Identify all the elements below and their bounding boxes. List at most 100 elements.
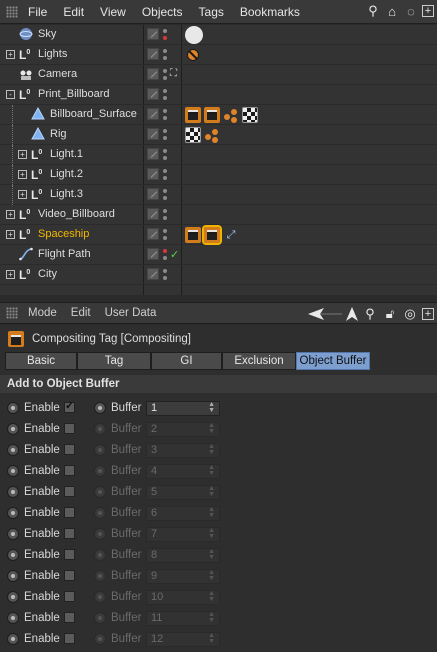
object-row[interactable]: + L0 Light.3 — [0, 185, 437, 205]
render-visibility-dot[interactable] — [163, 156, 167, 160]
buffer-animate-radio[interactable] — [94, 507, 106, 519]
compositing-tag-icon[interactable] — [185, 107, 201, 123]
enable-checkbox[interactable] — [64, 465, 75, 476]
enable-checkbox[interactable] — [64, 633, 75, 644]
tab-tag[interactable]: Tag — [77, 352, 151, 370]
buffer-id-field[interactable]: 9 ▲ ▼ — [146, 569, 220, 584]
render-visibility-dot[interactable] — [163, 76, 167, 80]
stepper-arrows-icon[interactable]: ▲ ▼ — [208, 485, 215, 498]
editor-visibility-dot[interactable] — [163, 129, 167, 133]
panel-grip-icon[interactable] — [6, 5, 18, 18]
layer-visibility-toggle[interactable] — [147, 188, 159, 200]
enable-checkbox[interactable] — [64, 570, 75, 581]
search-icon[interactable]: ⚲ — [362, 306, 378, 322]
object-row[interactable]: + L0 City — [0, 265, 437, 285]
enable-checkbox[interactable] — [64, 444, 75, 455]
render-visibility-dot[interactable] — [163, 56, 167, 60]
layer-visibility-toggle[interactable] — [147, 128, 159, 140]
object-row[interactable]: Billboard_Surface — [0, 105, 437, 125]
enabled-check-icon[interactable]: ✓ — [170, 248, 179, 261]
layer-visibility-toggle[interactable] — [147, 168, 159, 180]
back-arrow-icon[interactable] — [308, 307, 342, 321]
editor-visibility-dot[interactable] — [163, 49, 167, 53]
target-icon[interactable]: ◎ — [402, 306, 418, 322]
buffer-id-field[interactable]: 5 ▲ ▼ — [146, 485, 220, 500]
material-tag-icon[interactable] — [223, 107, 239, 123]
enable-checkbox[interactable] — [64, 528, 75, 539]
lock-icon[interactable]: 🔓︎ — [382, 306, 398, 322]
texture-tag-icon[interactable] — [242, 107, 258, 123]
stepper-arrows-icon[interactable]: ▲ ▼ — [208, 611, 215, 624]
enable-animate-radio[interactable] — [7, 528, 19, 540]
editor-visibility-dot[interactable] — [163, 189, 167, 193]
layer-visibility-toggle[interactable] — [147, 148, 159, 160]
editor-visibility-dot[interactable] — [163, 69, 167, 73]
buffer-animate-radio[interactable] — [94, 486, 106, 498]
enable-animate-radio[interactable] — [7, 444, 19, 456]
enable-animate-radio[interactable] — [7, 465, 19, 477]
compositing-tag-icon[interactable] — [204, 107, 220, 123]
menu-objects[interactable]: Objects — [142, 5, 183, 19]
menu-edit[interactable]: Edit — [63, 5, 84, 19]
render-visibility-dot[interactable] — [163, 216, 167, 220]
enable-animate-radio[interactable] — [7, 570, 19, 582]
tab-basic[interactable]: Basic — [5, 352, 77, 370]
render-visibility-dot[interactable] — [163, 236, 167, 240]
layer-visibility-toggle[interactable] — [147, 68, 159, 80]
object-row[interactable]: Rig — [0, 125, 437, 145]
render-visibility-dot[interactable] — [163, 96, 167, 100]
buffer-animate-radio[interactable] — [94, 402, 106, 414]
expand-icon[interactable]: + — [18, 170, 27, 179]
eye-icon[interactable]: ◌ — [403, 3, 419, 19]
tab-exclusion[interactable]: Exclusion — [222, 352, 296, 370]
buffer-animate-radio[interactable] — [94, 549, 106, 561]
menu-user-data[interactable]: User Data — [105, 307, 157, 319]
layer-visibility-toggle[interactable] — [147, 48, 159, 60]
new-window-icon[interactable]: + — [422, 5, 434, 17]
layer-visibility-toggle[interactable] — [147, 28, 159, 40]
enable-animate-radio[interactable] — [7, 507, 19, 519]
editor-visibility-dot[interactable] — [163, 229, 167, 233]
buffer-id-field[interactable]: 2 ▲ ▼ — [146, 422, 220, 437]
layer-visibility-toggle[interactable] — [147, 268, 159, 280]
new-window-icon[interactable]: + — [422, 308, 434, 320]
enable-animate-radio[interactable] — [7, 633, 19, 645]
expand-icon[interactable]: + — [6, 230, 15, 239]
stepper-arrows-icon[interactable]: ▲ ▼ — [208, 464, 215, 477]
layer-visibility-toggle[interactable] — [147, 208, 159, 220]
buffer-id-field[interactable]: 3 ▲ ▼ — [146, 443, 220, 458]
enable-animate-radio[interactable] — [7, 549, 19, 561]
buffer-id-field[interactable]: 8 ▲ ▼ — [146, 548, 220, 563]
object-row[interactable]: Camera ⛶ — [0, 65, 437, 85]
menu-mode[interactable]: Mode — [28, 307, 57, 319]
object-row[interactable]: + L0 Spaceship ⤢ — [0, 225, 437, 245]
search-icon[interactable]: ⚲ — [365, 3, 381, 19]
stepper-arrows-icon[interactable]: ▲ ▼ — [208, 548, 215, 561]
buffer-id-field[interactable]: 4 ▲ ▼ — [146, 464, 220, 479]
layer-visibility-toggle[interactable] — [147, 88, 159, 100]
enable-checkbox[interactable] — [64, 591, 75, 602]
enable-animate-radio[interactable] — [7, 591, 19, 603]
enable-checkbox[interactable] — [64, 507, 75, 518]
editor-visibility-dot[interactable] — [163, 209, 167, 213]
expand-icon[interactable]: + — [18, 190, 27, 199]
stepper-arrows-icon[interactable]: ▲ ▼ — [208, 569, 215, 582]
tab-gi[interactable]: GI — [151, 352, 222, 370]
tab-object-buffer[interactable]: Object Buffer — [296, 352, 370, 370]
cursor-arrow-icon[interactable] — [346, 307, 358, 321]
buffer-animate-radio[interactable] — [94, 570, 106, 582]
camera-target-icon[interactable]: ⛶ — [170, 68, 177, 79]
enable-checkbox[interactable] — [64, 486, 75, 497]
buffer-animate-radio[interactable] — [94, 465, 106, 477]
enable-checkbox[interactable] — [64, 549, 75, 560]
menu-file[interactable]: File — [28, 5, 47, 19]
buffer-id-field[interactable]: 6 ▲ ▼ — [146, 506, 220, 521]
buffer-id-field[interactable]: 7 ▲ ▼ — [146, 527, 220, 542]
editor-visibility-dot[interactable] — [163, 89, 167, 93]
render-visibility-dot[interactable] — [163, 176, 167, 180]
render-visibility-dot[interactable] — [163, 116, 167, 120]
buffer-id-field[interactable]: 11 ▲ ▼ — [146, 611, 220, 626]
stepper-arrows-icon[interactable]: ▲ ▼ — [208, 443, 215, 456]
expand-icon[interactable]: + — [6, 270, 15, 279]
object-row[interactable]: + L0 Light.2 — [0, 165, 437, 185]
